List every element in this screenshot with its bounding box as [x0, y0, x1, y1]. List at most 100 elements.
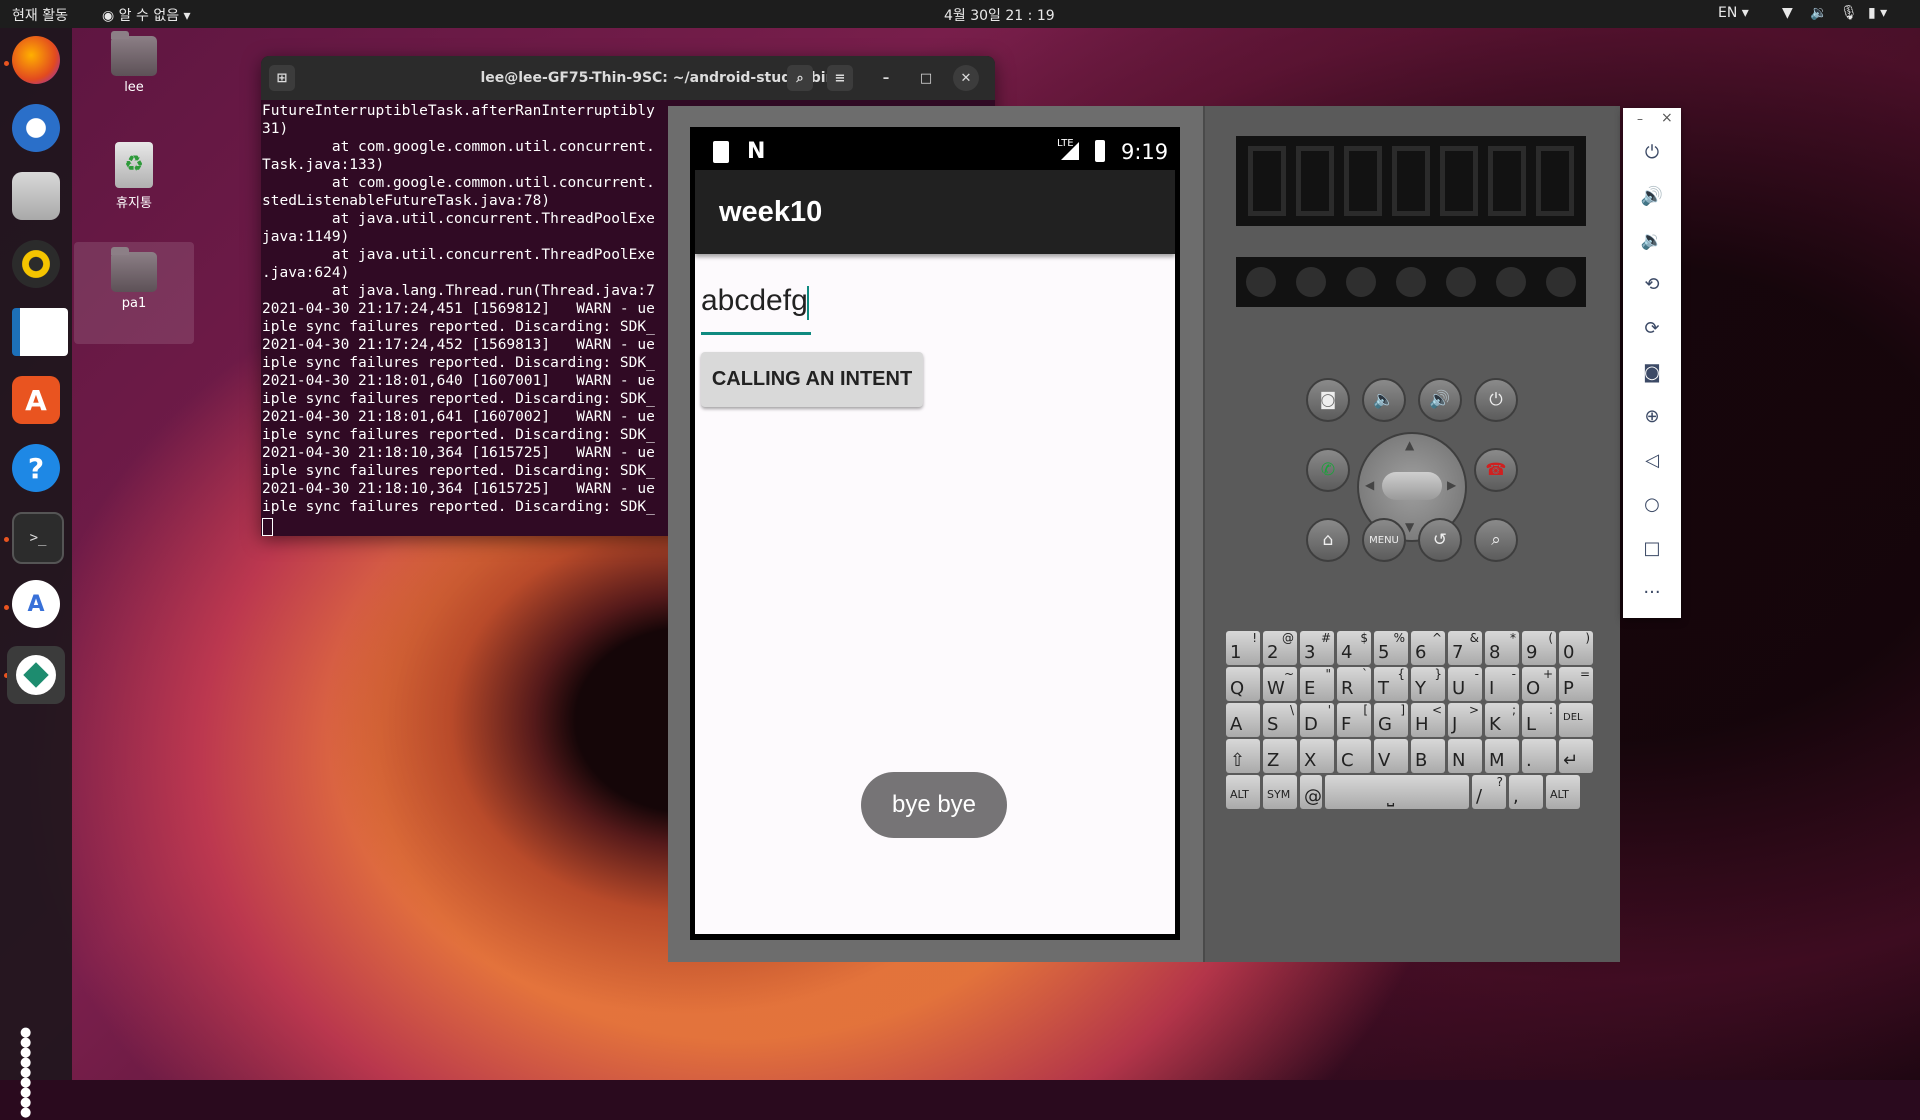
key-row2-9[interactable]: P = — [1559, 667, 1593, 701]
key-row4-7[interactable]: M — [1485, 739, 1519, 773]
key-row2-3[interactable]: R ` — [1337, 667, 1371, 701]
text-input[interactable]: abcdefg — [701, 276, 811, 335]
activities-button[interactable]: 현재 활동 — [12, 5, 68, 25]
key-row3-4[interactable]: G] — [1374, 703, 1408, 737]
dpad-up-icon[interactable]: ▲ — [1405, 438, 1414, 452]
desktop-icon-trash[interactable]: ♻ 휴지통 — [84, 142, 184, 211]
key-row4-1[interactable]: Z — [1263, 739, 1297, 773]
key-bottom-4[interactable]: /? — [1472, 775, 1506, 809]
close-icon[interactable]: ✕ — [953, 65, 979, 91]
desktop-icon-home[interactable]: lee — [84, 31, 184, 95]
battery-icon[interactable]: ▮ ▾ — [1868, 5, 1887, 21]
calling-intent-button[interactable]: CALLING AN INTENT — [701, 352, 923, 407]
key-row2-5[interactable]: Y} — [1411, 667, 1445, 701]
terminal-icon[interactable]: >_ — [12, 512, 64, 564]
key-row3-5[interactable]: H < — [1411, 703, 1445, 737]
dpad-center[interactable] — [1382, 472, 1442, 500]
volume-down-icon[interactable]: 🔉 — [1640, 228, 1664, 252]
home-icon[interactable]: ○ — [1640, 492, 1664, 516]
key-space[interactable]: ⎵ — [1325, 775, 1469, 809]
key-row2-0[interactable]: Q — [1226, 667, 1260, 701]
key-bottom-5[interactable]: , — [1509, 775, 1543, 809]
key-row4-9[interactable]: ↵ — [1559, 739, 1593, 773]
desktop-icon-pa1[interactable]: pa1 — [74, 242, 194, 344]
key-row1-6[interactable]: 7 & — [1448, 631, 1482, 665]
menu-button[interactable]: MENU — [1362, 518, 1406, 562]
back-button-icon[interactable]: ↺ — [1418, 518, 1462, 562]
key-bottom-1[interactable]: SYM — [1263, 775, 1297, 809]
key-row3-2[interactable]: D ' — [1300, 703, 1334, 737]
dpad-right-icon[interactable]: ▶ — [1447, 478, 1456, 492]
camera-button-icon[interactable]: ◙ — [1306, 378, 1350, 422]
power-icon[interactable]: ⏻ — [1640, 140, 1664, 164]
key-row2-2[interactable]: E " — [1300, 667, 1334, 701]
back-icon[interactable]: ◁ — [1640, 448, 1664, 472]
key-row1-5[interactable]: 6 ^ — [1411, 631, 1445, 665]
key-row1-2[interactable]: 3 # — [1300, 631, 1334, 665]
emulator-icon[interactable] — [7, 646, 65, 704]
show-apps-icon[interactable]: ● ● ● ● ● ● ● ● ● — [20, 1026, 52, 1119]
call-button-icon[interactable]: ✆ — [1306, 448, 1350, 492]
key-bottom-6[interactable]: ALT — [1546, 775, 1580, 809]
key-row1-9[interactable]: 0) — [1559, 631, 1593, 665]
key-row2-8[interactable]: O + — [1522, 667, 1556, 701]
key-row2-1[interactable]: W ~ — [1263, 667, 1297, 701]
wifi-icon[interactable]: ▼ — [1782, 5, 1793, 21]
maximize-icon[interactable]: □ — [913, 65, 939, 91]
search-icon[interactable]: ⌕ — [787, 65, 813, 91]
key-row2-6[interactable]: U- — [1448, 667, 1482, 701]
more-icon[interactable]: ··· — [1640, 580, 1664, 604]
minimize-icon[interactable]: – — [873, 65, 899, 91]
key-row4-4[interactable]: V — [1374, 739, 1408, 773]
key-row1-7[interactable]: 8 * — [1485, 631, 1519, 665]
key-row4-5[interactable]: B — [1411, 739, 1445, 773]
end-call-button-icon[interactable]: ☎ — [1474, 448, 1518, 492]
terminal-titlebar[interactable]: ⊞ lee@lee-GF75-Thin-9SC: ~/android-studi… — [261, 56, 995, 100]
zoom-icon[interactable]: ⊕ — [1640, 404, 1664, 428]
key-row2-4[interactable]: T{ — [1374, 667, 1408, 701]
android-studio-icon[interactable]: A — [12, 580, 60, 628]
firefox-icon[interactable] — [12, 36, 60, 84]
key-row1-4[interactable]: 5% — [1374, 631, 1408, 665]
rotate-left-icon[interactable]: ⟲ — [1640, 272, 1664, 296]
key-row4-3[interactable]: C — [1337, 739, 1371, 773]
key-row3-1[interactable]: S \ — [1263, 703, 1297, 737]
writer-icon[interactable] — [12, 308, 68, 356]
key-row3-0[interactable]: A — [1226, 703, 1260, 737]
key-row1-0[interactable]: 1! — [1226, 631, 1260, 665]
key-row1-3[interactable]: 4 $ — [1337, 631, 1371, 665]
rhythmbox-icon[interactable] — [12, 240, 60, 288]
help-icon[interactable]: ? — [12, 444, 60, 492]
key-row4-8[interactable]: . — [1522, 739, 1556, 773]
language-indicator[interactable]: EN ▾ — [1718, 5, 1749, 21]
power-button-icon[interactable]: ⏻ — [1474, 378, 1518, 422]
key-row1-1[interactable]: 2 @ — [1263, 631, 1297, 665]
key-row3-8[interactable]: L: — [1522, 703, 1556, 737]
volume-up-icon[interactable]: 🔊 — [1640, 184, 1664, 208]
key-bottom-0[interactable]: ALT — [1226, 775, 1260, 809]
app-menu[interactable]: ◉ 알 수 없음 ▾ — [102, 5, 191, 25]
key-row3-7[interactable]: K; — [1485, 703, 1519, 737]
dpad-left-icon[interactable]: ◀ — [1365, 478, 1374, 492]
screenshot-icon[interactable]: ◙ — [1640, 360, 1664, 384]
files-icon[interactable] — [12, 172, 60, 220]
key-row4-2[interactable]: X — [1300, 739, 1334, 773]
volume-down-button-icon[interactable]: 🔈 — [1362, 378, 1406, 422]
search-button-icon[interactable]: ⌕ — [1474, 518, 1518, 562]
key-row3-6[interactable]: J > — [1448, 703, 1482, 737]
close-icon[interactable]: × — [1661, 110, 1673, 126]
rotate-right-icon[interactable]: ⟳ — [1640, 316, 1664, 340]
key-row3-9[interactable]: DEL — [1559, 703, 1593, 737]
clock[interactable]: 4월 30일 21 : 19 — [944, 5, 1055, 25]
key-row2-7[interactable]: I- — [1485, 667, 1519, 701]
home-button-icon[interactable]: ⌂ — [1306, 518, 1350, 562]
dpad-down-icon[interactable]: ▼ — [1405, 520, 1414, 534]
key-bottom-2[interactable]: @ — [1300, 775, 1322, 809]
minimize-icon[interactable]: – — [1637, 112, 1643, 126]
key-row4-0[interactable]: ⇧ — [1226, 739, 1260, 773]
overview-icon[interactable]: □ — [1640, 536, 1664, 560]
thunderbird-icon[interactable] — [12, 104, 60, 152]
hamburger-menu-icon[interactable]: ≡ — [827, 65, 853, 91]
key-row1-8[interactable]: 9( — [1522, 631, 1556, 665]
volume-icon[interactable]: 🔉 — [1810, 5, 1827, 21]
